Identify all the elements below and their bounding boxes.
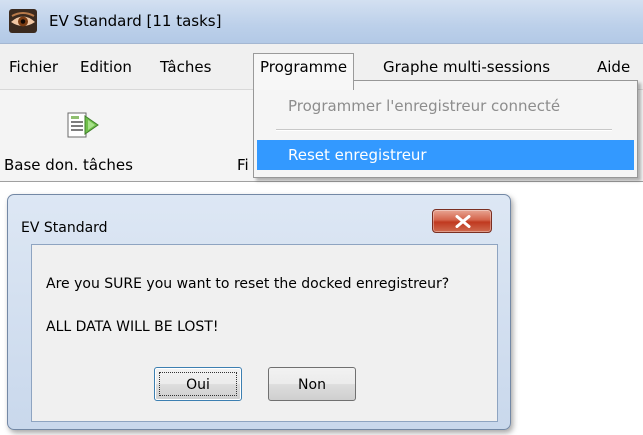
non-button-label: Non — [298, 377, 326, 393]
non-button[interactable]: Non — [268, 367, 356, 401]
oui-button-label: Oui — [186, 377, 210, 393]
programme-dropdown-menu: Programmer l'enregistreur connecté Reset… — [253, 80, 638, 178]
confirm-reset-dialog: EV Standard Are you SURE you want to res… — [7, 194, 511, 430]
screenshot-stage: EV Standard [11 tasks] Fichier Edition T… — [0, 0, 643, 435]
task-database-icon — [65, 110, 101, 142]
dialog-message-question: Are you SURE you want to reset the docke… — [46, 276, 450, 292]
menu-item-programmer-enregistreur[interactable]: Programmer l'enregistreur connecté — [257, 91, 634, 121]
menu-graphe-multi-sessions[interactable]: Graphe multi-sessions — [380, 53, 553, 81]
dialog-body: Are you SURE you want to reset the docke… — [31, 244, 498, 422]
dialog-close-button[interactable] — [432, 209, 492, 233]
oui-button[interactable]: Oui — [154, 367, 242, 401]
menu-separator — [276, 129, 612, 131]
dialog-message-warning: ALL DATA WILL BE LOST! — [46, 319, 219, 335]
menu-programme[interactable]: Programme — [253, 53, 355, 90]
menu-fichier[interactable]: Fichier — [6, 53, 61, 81]
menu-item-reset-enregistreur[interactable]: Reset enregistreur — [257, 140, 634, 170]
close-icon — [455, 215, 471, 228]
toolbar-label-base-don-taches: Base don. tâches — [4, 156, 133, 174]
main-window-title-bar[interactable]: EV Standard [11 tasks] — [0, 0, 643, 44]
toolbar-label-fi[interactable]: Fi — [237, 156, 249, 174]
main-window-title: EV Standard [11 tasks] — [49, 12, 222, 30]
eye-app-icon — [9, 9, 37, 33]
menu-edition[interactable]: Edition — [77, 53, 135, 81]
menu-aide[interactable]: Aide — [594, 53, 633, 81]
menu-taches[interactable]: Tâches — [157, 53, 214, 81]
dialog-title: EV Standard — [21, 220, 108, 236]
